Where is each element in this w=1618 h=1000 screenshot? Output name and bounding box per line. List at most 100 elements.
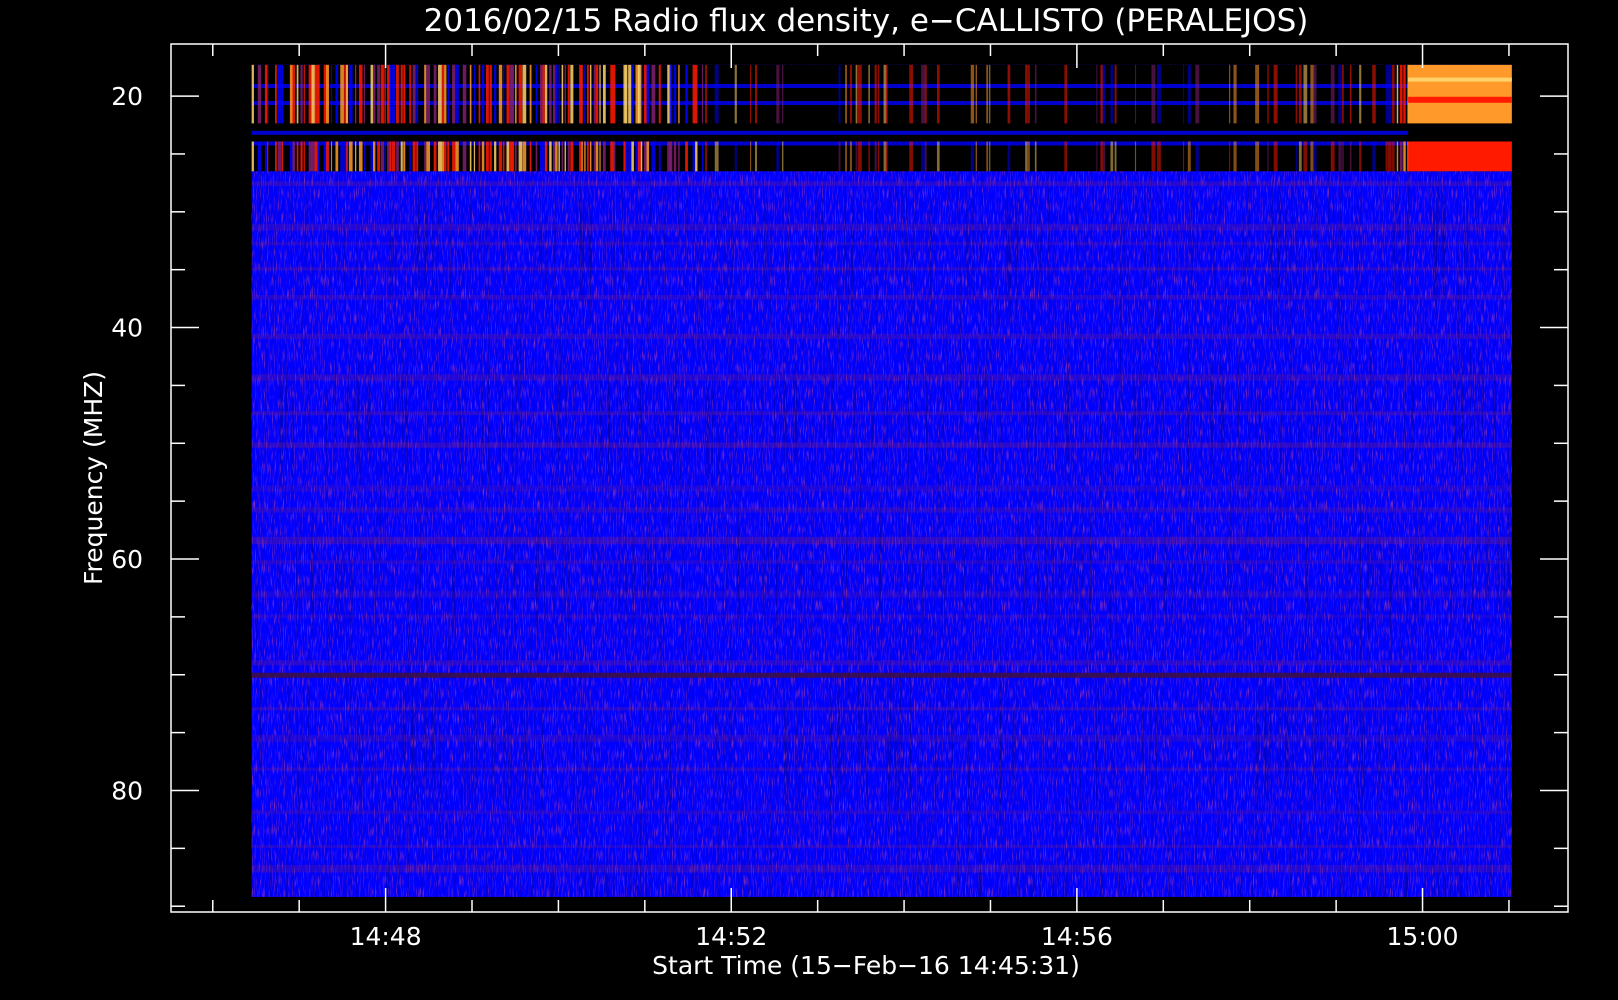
heatmap-burst [409,141,411,172]
heatmap-burst [561,64,564,124]
heatmap-burst [855,64,858,124]
heatmap-burst [326,141,329,172]
heatmap-burst [673,64,677,124]
heatmap-burst [1338,64,1342,124]
heatmap-burst [384,141,386,172]
heatmap-burst [781,64,784,124]
heatmap-burst [610,64,614,124]
heatmap-burst [567,64,570,124]
heatmap-burst [561,141,564,172]
heatmap-burst [494,64,497,124]
heatmap-burst [370,141,374,172]
heatmap-burst [776,64,780,124]
heatmap-burst [1134,141,1137,172]
heatmap-burst [1273,64,1278,124]
heatmap-saturated-gap [1408,128,1512,142]
heatmap-burst [695,141,698,172]
heatmap-burst [481,141,485,172]
heatmap-interference-line [251,672,1512,678]
heatmap-burst [1110,141,1114,172]
heatmap-burst [1025,64,1028,124]
heatmap-saturated-row [1408,96,1512,103]
heatmap-burst [438,141,443,172]
heatmap-burst [921,141,926,172]
heatmap-burst [326,64,329,124]
heatmap-burst [1034,64,1037,124]
heatmap-row [251,294,1512,300]
heatmap-row [251,767,1512,771]
heatmap-burst [372,141,376,172]
heatmap-burst [267,141,269,172]
heatmap-burst [936,64,940,124]
heatmap-burst [535,64,538,124]
heatmap-burst [564,64,566,124]
heatmap-burst [651,141,656,172]
heatmap-burst [1295,141,1298,172]
heatmap-row [251,507,1512,513]
y-axis-label: Frequency (MHZ) [79,371,108,585]
heatmap-burst [558,141,560,172]
heatmap-burst [669,64,673,124]
heatmap-burst [444,141,447,172]
heatmap-burst [1392,141,1395,172]
heatmap-burst [658,64,661,124]
heatmap-burst [549,141,552,172]
heatmap-burst [503,141,505,172]
heatmap-burst [776,141,780,172]
heatmap-burst [481,64,485,124]
heatmap-burst [651,64,656,124]
heatmap-burst [874,64,877,124]
heatmap-burst [438,64,443,124]
heatmap-burst [855,141,858,172]
heatmap-burst [489,64,492,124]
heatmap-burst [1385,141,1388,172]
heatmap-burst [936,141,940,172]
heatmap-burst [1100,64,1103,124]
heatmap-burst [1102,141,1106,172]
heatmap-burst [1151,141,1156,172]
heatmap-burst [300,141,303,172]
heatmap-row [251,536,1512,545]
heatmap-burst [584,141,586,172]
heatmap-burst [355,141,357,172]
heatmap-burst [564,141,566,172]
heatmap-burst [473,141,476,172]
heatmap-burst [1233,64,1237,124]
heatmap-burst [447,64,450,124]
heatmap-burst [1064,141,1068,172]
heatmap-burst [416,64,419,124]
heatmap-burst [874,141,877,172]
heatmap-row [251,411,1512,416]
heatmap-burst [340,64,344,124]
heatmap-burst [1195,64,1200,124]
heatmap-burst [335,64,339,124]
heatmap-burst [455,141,459,172]
heatmap-burst [292,64,295,124]
heatmap-burst [257,141,262,172]
heatmap-row [251,707,1512,711]
heatmap-burst [1372,64,1376,124]
heatmap-burst [877,141,880,172]
heatmap-saturated [1408,141,1512,172]
heatmap-burst [1157,141,1161,172]
heatmap-row [251,181,1512,187]
heatmap-burst [593,141,597,172]
heatmap-row [251,267,1512,271]
heatmap-burst [734,141,737,172]
heatmap-burst [1102,64,1106,124]
heatmap-burst [257,64,262,124]
heatmap-burst [781,141,784,172]
heatmap-burst [857,141,862,172]
heatmap-burst [1330,64,1335,124]
heatmap-burst [503,64,505,124]
heatmap-burst [1267,141,1269,172]
heatmap-burst [885,64,888,124]
heatmap-burst [346,141,348,172]
heatmap-burst [335,141,339,172]
heatmap-burst [535,141,538,172]
heatmap-burst [885,141,888,172]
heatmap-burst [389,64,392,124]
heatmap-burst [695,64,698,124]
heatmap-burst [1100,141,1103,172]
heatmap-burst [749,141,752,172]
